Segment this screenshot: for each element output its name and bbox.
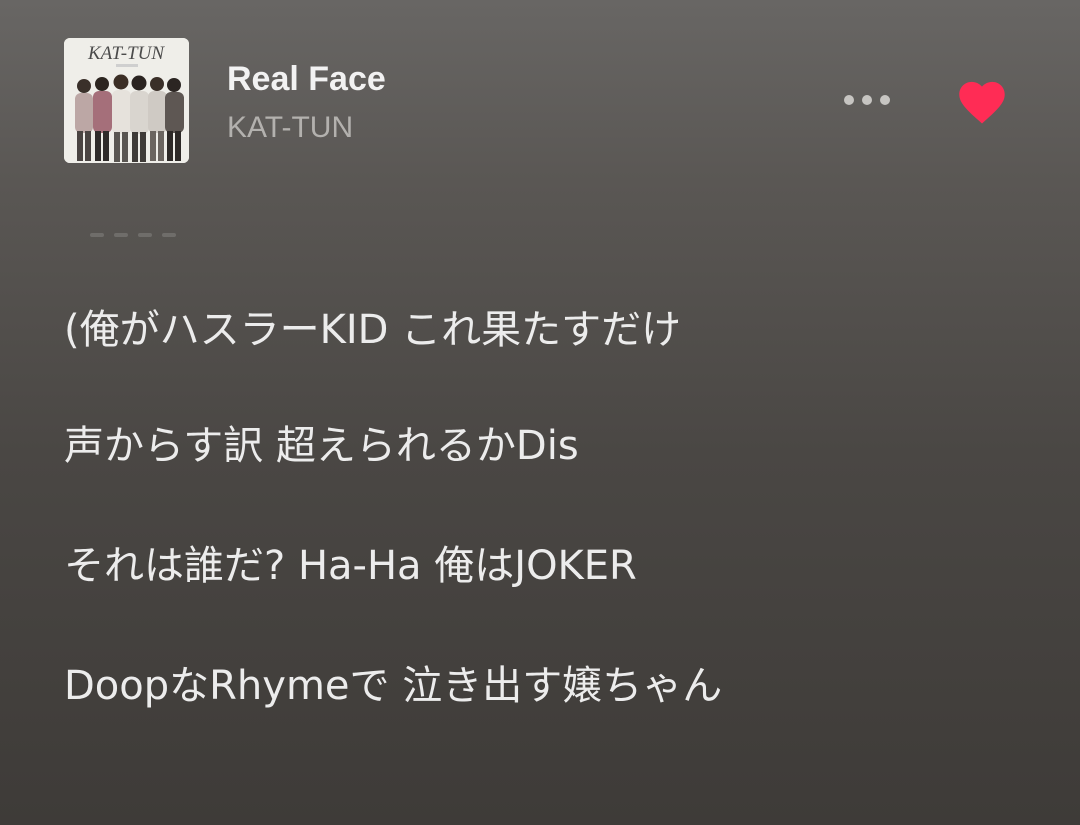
heart-icon bbox=[959, 81, 1005, 124]
track-artist[interactable]: KAT-TUN bbox=[227, 108, 353, 148]
favorite-button[interactable] bbox=[948, 68, 1016, 132]
lyric-line[interactable]: DoopなRhymeで 泣き出す嬢ちゃん bbox=[64, 656, 854, 716]
now-playing-header: KAT-TUN Real Face KAT-TUN bbox=[0, 0, 1080, 200]
more-options-button[interactable] bbox=[832, 80, 902, 120]
more-dots-icon bbox=[862, 95, 872, 105]
more-dots-icon bbox=[880, 95, 890, 105]
previous-lyric-fade bbox=[90, 222, 220, 237]
more-dots-icon bbox=[844, 95, 854, 105]
album-art[interactable]: KAT-TUN bbox=[64, 38, 189, 163]
track-title: Real Face bbox=[227, 60, 386, 98]
lyric-line[interactable]: 声からす訳 超えられるかDis bbox=[64, 416, 864, 476]
album-art-logo: KAT-TUN bbox=[87, 43, 165, 64]
lyric-line[interactable]: (俺がハスラーKID これ果たすだけ bbox=[64, 300, 864, 360]
album-art-image: KAT-TUN bbox=[64, 38, 189, 163]
lyric-line[interactable]: それは誰だ? Ha-Ha 俺はJOKER bbox=[64, 536, 864, 596]
